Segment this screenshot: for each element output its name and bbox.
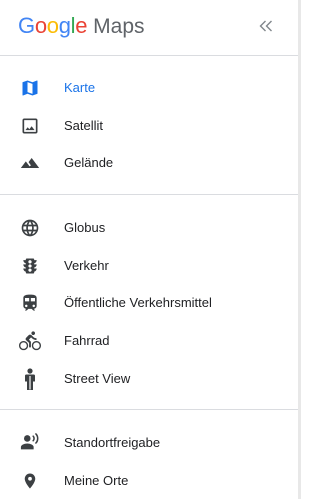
menu-item-meine-orte[interactable]: Meine Orte: [0, 462, 298, 499]
menu-item-label: Satellit: [64, 118, 104, 133]
location-sharing-icon: [19, 432, 41, 454]
menu-item-label: Öffentliche Verkehrsmittel: [64, 295, 212, 310]
menu-item-karte[interactable]: Karte: [0, 69, 298, 107]
train-icon: [19, 292, 41, 314]
map-icon: [19, 77, 41, 99]
menu-header: Google Maps: [0, 0, 298, 56]
menu-item-label: Gelände: [64, 155, 114, 170]
terrain-icon: [19, 152, 41, 174]
double-chevron-left-icon: [259, 20, 272, 32]
menu-item-label: Fahrrad: [64, 333, 110, 348]
logo-letter-g2: g: [58, 13, 71, 38]
menu-item-street-view[interactable]: Street View: [0, 360, 298, 398]
menu-item-fahrrad[interactable]: Fahrrad: [0, 322, 298, 360]
header-divider: [0, 55, 298, 56]
menu-item-globus[interactable]: Globus: [0, 209, 298, 247]
menu-item-oepnv[interactable]: Öffentliche Verkehrsmittel: [0, 284, 298, 322]
google-maps-logo: Google Maps: [18, 13, 145, 41]
logo-letter-e: e: [75, 13, 88, 38]
globe-icon: [19, 217, 41, 239]
menu-item-verkehr[interactable]: Verkehr: [0, 247, 298, 285]
panel-edge-shadow: [298, 0, 301, 499]
menu-item-label: Verkehr: [64, 258, 109, 273]
logo-letter-o2: o: [46, 13, 59, 38]
logo-maps-text: Maps: [93, 15, 145, 38]
menu-item-label: Meine Orte: [64, 473, 129, 488]
side-menu-panel: Google Maps Karte Satellit Gelände Globu…: [0, 0, 298, 499]
bicycle-icon: [19, 330, 41, 352]
section-divider: [0, 194, 298, 195]
place-pin-icon: [19, 470, 41, 492]
pegman-icon: [19, 368, 41, 390]
collapse-menu-button[interactable]: [254, 14, 278, 38]
menu-item-label: Street View: [64, 371, 131, 386]
satellite-image-icon: [19, 115, 41, 137]
logo-letter-g: G: [18, 13, 35, 38]
menu-item-label: Globus: [64, 220, 106, 235]
section-divider: [0, 409, 298, 410]
logo-letter-o1: o: [34, 13, 47, 38]
menu-item-label: Karte: [64, 80, 96, 95]
menu-item-satellit[interactable]: Satellit: [0, 107, 298, 145]
traffic-light-icon: [19, 255, 41, 277]
menu-item-gelaende[interactable]: Gelände: [0, 144, 298, 182]
menu-item-label: Standortfreigabe: [64, 435, 161, 450]
menu-item-standortfreigabe[interactable]: Standortfreigabe: [0, 424, 298, 462]
